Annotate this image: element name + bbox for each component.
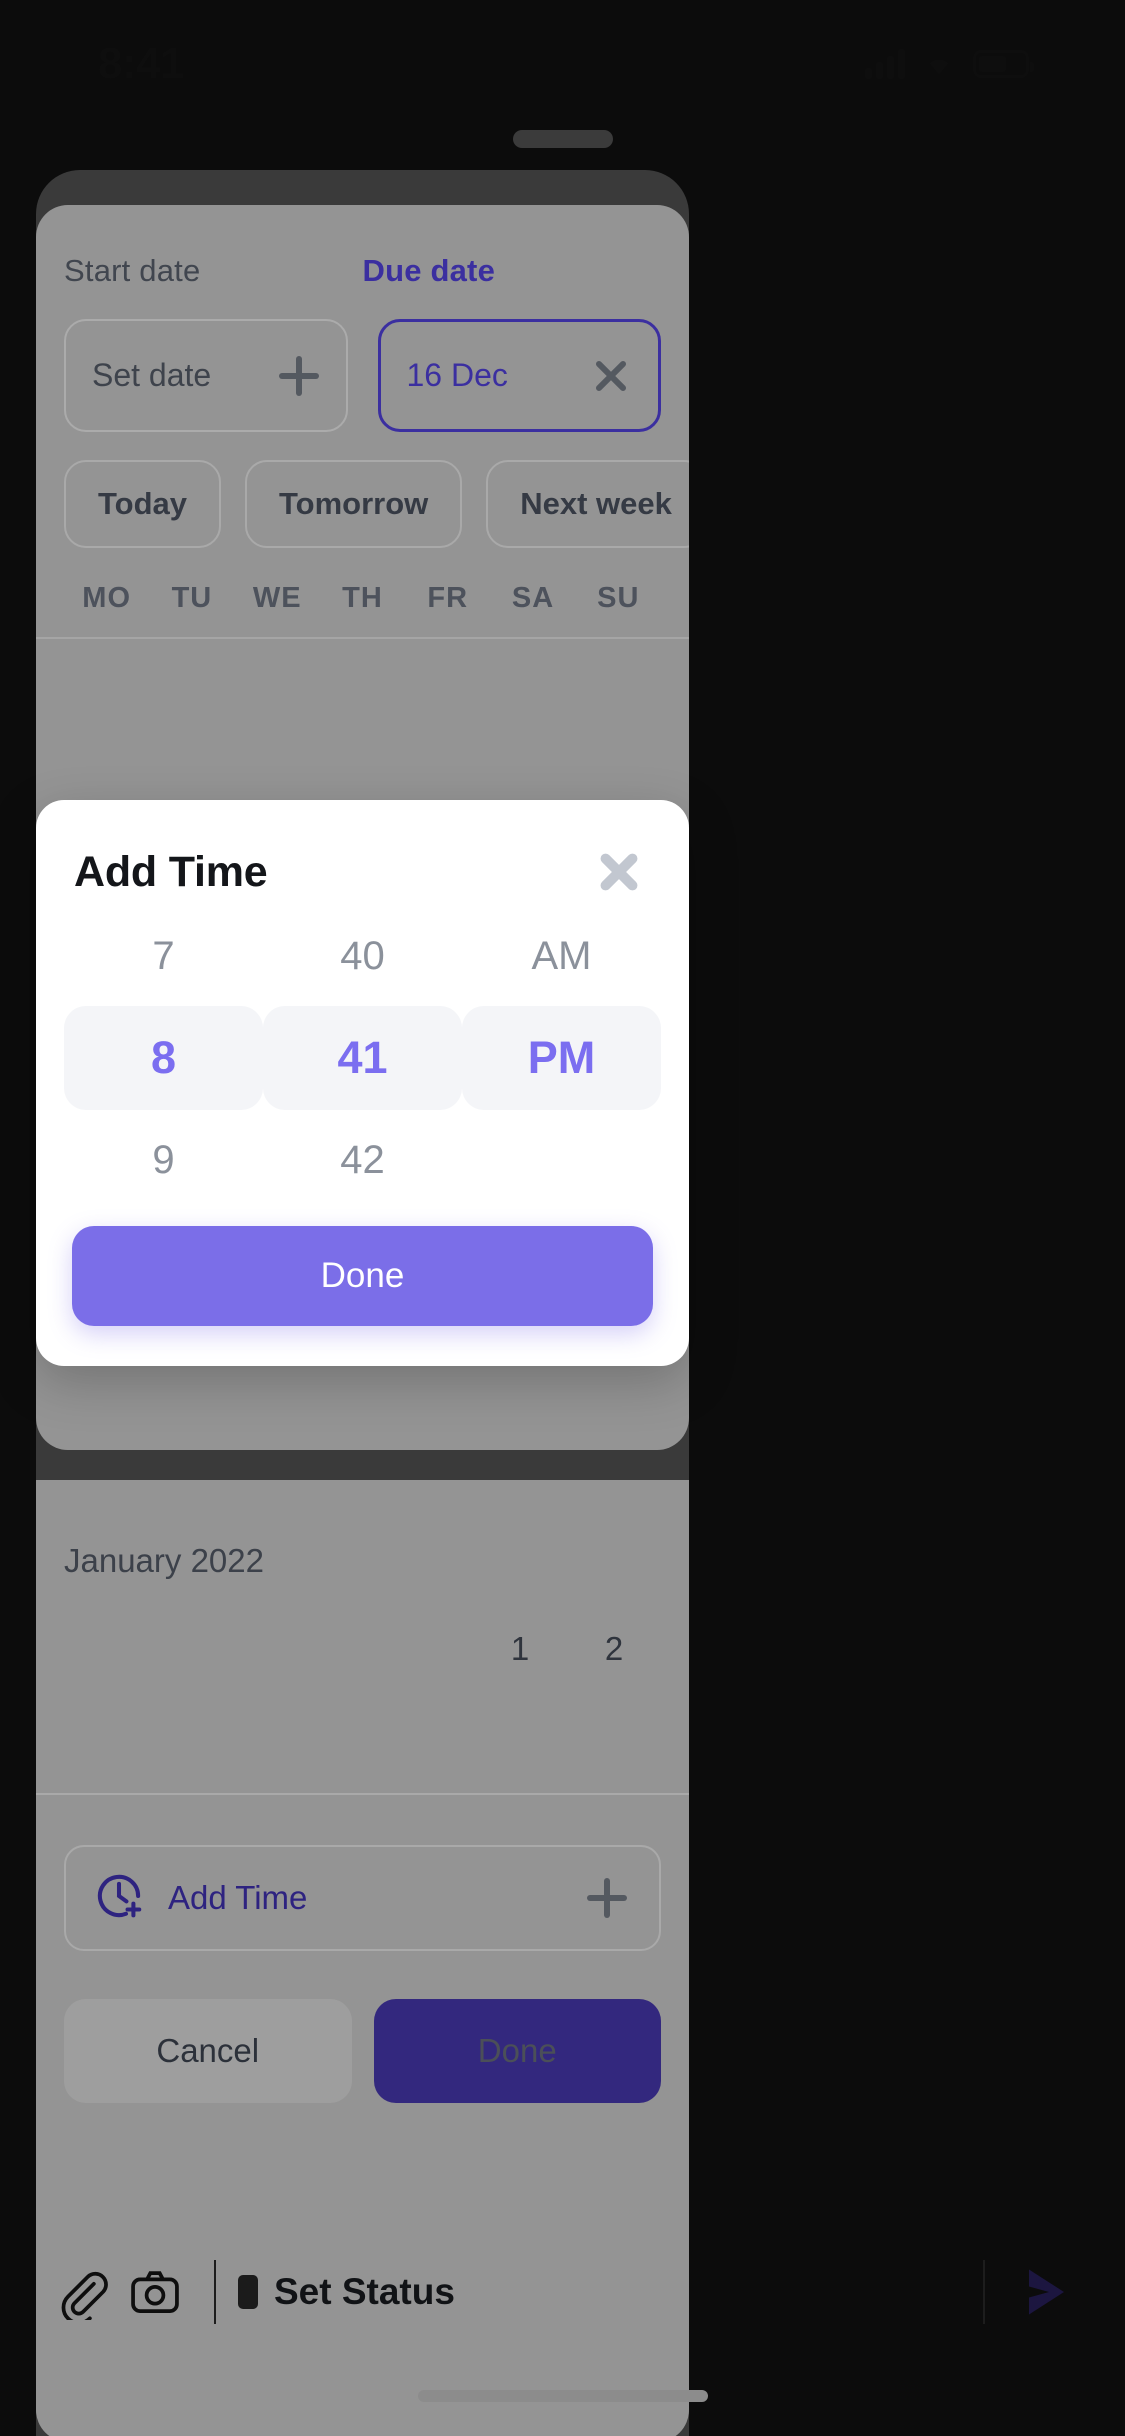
- due-date-label: Due date: [363, 253, 662, 289]
- set-status-label: Set Status: [274, 2271, 455, 2313]
- add-time-label: Add Time: [168, 1879, 307, 1917]
- calendar-month-area: January 2022 1 2: [36, 1480, 689, 1795]
- period-next-value[interactable]: [462, 1124, 661, 1196]
- minute-wheel[interactable]: 40 41 42: [263, 920, 462, 1196]
- due-date-chip-value: 16 Dec: [407, 357, 508, 394]
- sheet-footer-buttons: Cancel Done: [64, 1999, 661, 2103]
- due-date-label-col: Due date: [363, 253, 662, 289]
- weekday-header-row: MO TU WE TH FR SA SU: [64, 582, 661, 615]
- weekday-mo: MO: [64, 582, 149, 615]
- home-indicator: [418, 2390, 708, 2402]
- quick-chip-next-week[interactable]: Next week: [486, 460, 689, 548]
- calendar-day-1[interactable]: 1: [473, 1630, 567, 1668]
- minute-selected-value[interactable]: 41: [263, 1006, 462, 1110]
- weekday-sa: SA: [490, 582, 575, 615]
- add-time-row-left: Add Time: [92, 1869, 307, 1928]
- sheet-divider: [36, 637, 689, 639]
- date-label-row: Start date Due date: [64, 205, 661, 289]
- status-dot-icon: [238, 2275, 258, 2309]
- weekday-fr: FR: [405, 582, 490, 615]
- start-date-chip-value: Set date: [92, 357, 211, 394]
- quick-chip-today[interactable]: Today: [64, 460, 221, 548]
- status-bar-icons: [865, 49, 1029, 79]
- start-date-chip[interactable]: Set date: [64, 319, 348, 432]
- close-icon[interactable]: [590, 355, 632, 397]
- phone-screen: 8:41 Start date Due date Set: [0, 0, 1125, 2436]
- plus-icon[interactable]: [278, 355, 320, 397]
- month-label: January 2022: [64, 1480, 661, 1580]
- quick-chip-tomorrow[interactable]: Tomorrow: [245, 460, 462, 548]
- date-chip-row: Set date 16 Dec: [64, 319, 661, 432]
- clock-plus-icon: [92, 1869, 146, 1928]
- hour-wheel[interactable]: 7 8 9: [64, 920, 263, 1196]
- modal-done-button[interactable]: Done: [72, 1226, 653, 1326]
- add-time-modal-title: Add Time: [74, 848, 268, 897]
- weekday-tu: TU: [149, 582, 234, 615]
- camera-icon[interactable]: [118, 2255, 192, 2329]
- weekday-we: WE: [235, 582, 320, 615]
- minute-next-value[interactable]: 42: [263, 1124, 462, 1196]
- cellular-signal-icon: [865, 49, 905, 79]
- weekday-th: TH: [320, 582, 405, 615]
- wifi-icon: [921, 50, 957, 78]
- toolbar-divider-2: [983, 2260, 985, 2324]
- done-button[interactable]: Done: [374, 1999, 662, 2103]
- add-time-modal-header: Add Time: [36, 800, 689, 898]
- send-icon[interactable]: [1007, 2255, 1081, 2329]
- hour-next-value[interactable]: 9: [64, 1124, 263, 1196]
- calendar-day-2[interactable]: 2: [567, 1630, 661, 1668]
- period-wheel[interactable]: AM PM: [462, 920, 661, 1196]
- period-prev-value[interactable]: AM: [462, 920, 661, 992]
- add-time-modal: Add Time 7 8 9 40 41 42 AM PM: [36, 800, 689, 1366]
- paperclip-icon[interactable]: [44, 2255, 118, 2329]
- add-time-row[interactable]: Add Time: [64, 1845, 661, 1951]
- period-selected-value[interactable]: PM: [462, 1006, 661, 1110]
- hour-prev-value[interactable]: 7: [64, 920, 263, 992]
- weekday-su: SU: [576, 582, 661, 615]
- toolbar-divider: [214, 2260, 216, 2324]
- due-date-chip[interactable]: 16 Dec: [378, 319, 662, 432]
- calendar-day-row: 1 2: [64, 1630, 661, 1668]
- status-bar-clock: 8:41: [98, 39, 184, 89]
- cancel-button[interactable]: Cancel: [64, 1999, 352, 2103]
- start-date-label-col: Start date: [64, 253, 363, 289]
- close-icon[interactable]: [593, 846, 645, 898]
- set-status-button[interactable]: Set Status: [238, 2271, 961, 2313]
- notch-pill: [513, 130, 613, 148]
- bottom-toolbar: Set Status: [0, 2244, 1125, 2340]
- status-bar: 8:41: [0, 0, 1125, 128]
- hour-selected-value[interactable]: 8: [64, 1006, 263, 1110]
- battery-icon: [973, 50, 1029, 78]
- start-date-label: Start date: [64, 253, 363, 289]
- quick-select-row: Today Tomorrow Next week Next w: [64, 460, 661, 548]
- plus-icon[interactable]: [581, 1872, 633, 1924]
- time-picker-wheels: 7 8 9 40 41 42 AM PM: [36, 920, 689, 1196]
- minute-prev-value[interactable]: 40: [263, 920, 462, 992]
